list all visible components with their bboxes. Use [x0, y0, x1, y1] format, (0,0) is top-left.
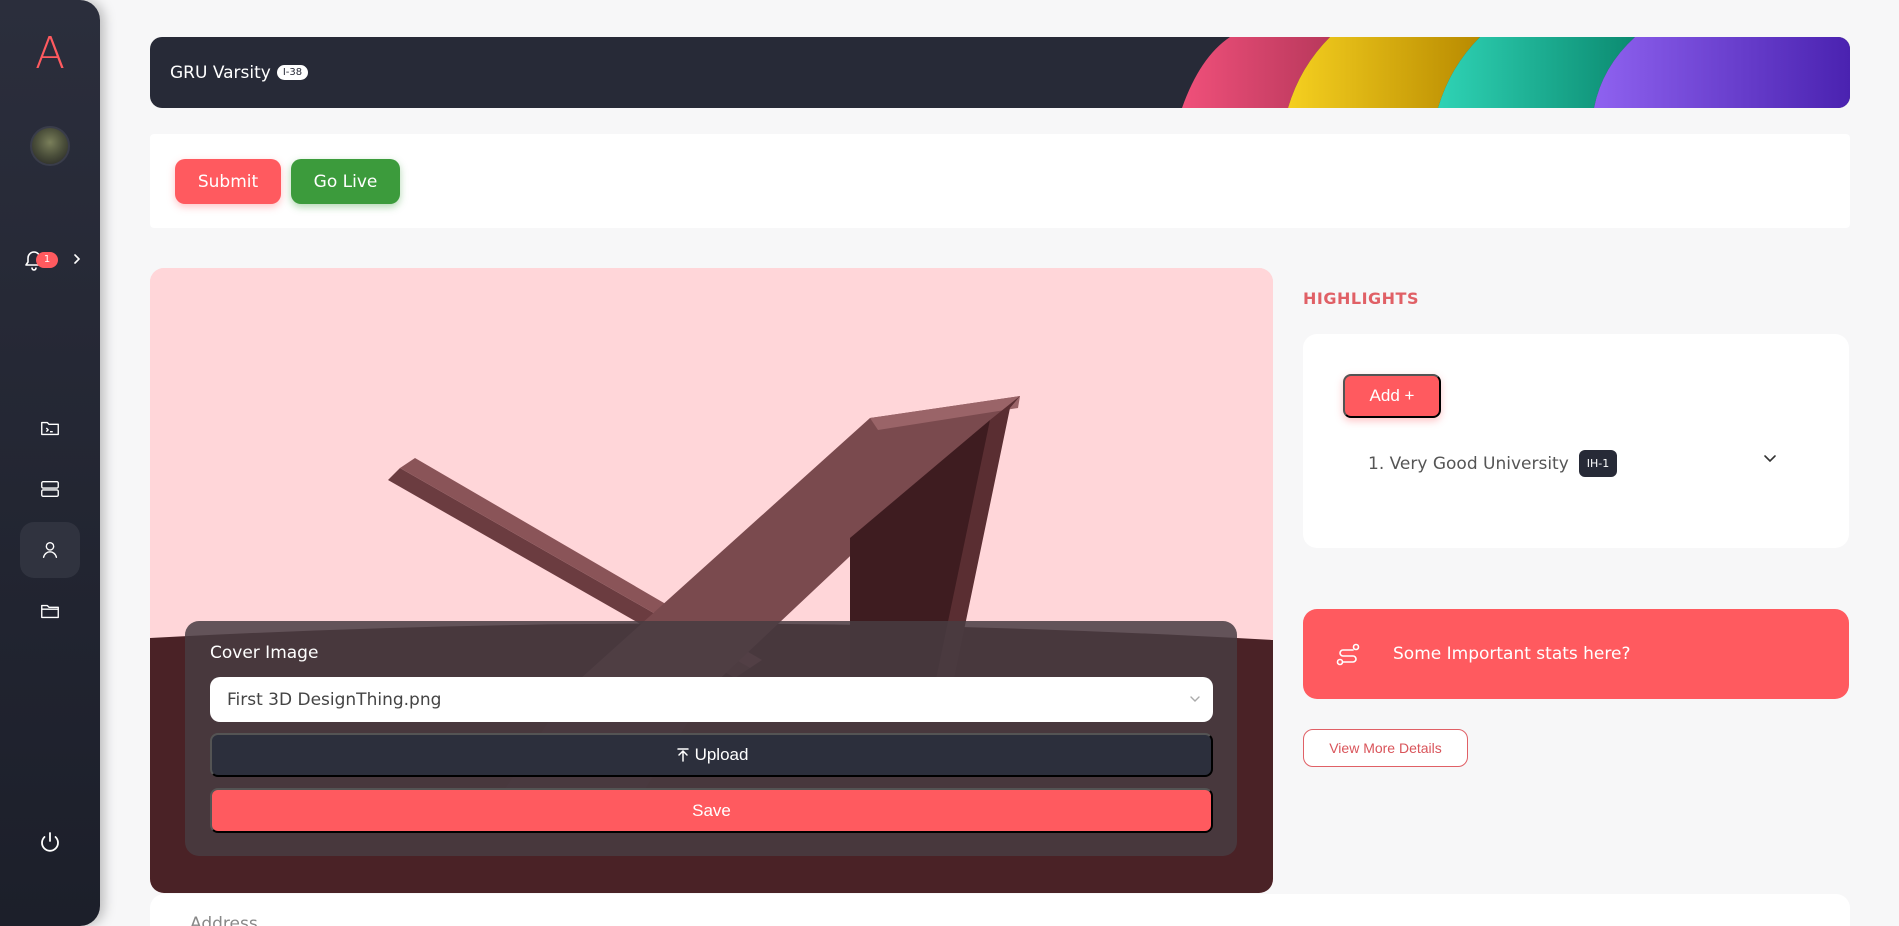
folder-icon — [41, 604, 59, 619]
stats-card[interactable]: Some Important stats here? — [1303, 609, 1849, 699]
page-title-wrap: GRU Varsity I-38 — [170, 37, 309, 108]
highlights-title: HIGHLIGHTS — [1303, 289, 1419, 308]
highlight-item[interactable]: 1. Very Good University IH-1 — [1368, 450, 1618, 477]
chevron-right-icon[interactable] — [72, 252, 82, 266]
cover-form: Cover Image First 3D DesignThing.png Upl… — [185, 621, 1237, 856]
server-icon — [41, 480, 59, 498]
view-more-details-button[interactable]: View More Details — [1303, 729, 1468, 767]
upload-button[interactable]: Upload — [210, 733, 1213, 777]
id-badge: I-38 — [276, 65, 309, 80]
folder-terminal-icon — [41, 421, 59, 436]
sidebar-item-terminal-folder[interactable] — [30, 408, 70, 448]
avatar[interactable] — [30, 126, 70, 166]
highlight-item-label: 1. Very Good University — [1368, 453, 1569, 474]
sidebar-item-profile[interactable] — [20, 522, 80, 578]
address-card: Address — [150, 894, 1850, 926]
highlights-card: Add + 1. Very Good University IH-1 — [1303, 334, 1849, 548]
add-highlight-button[interactable]: Add + — [1343, 374, 1441, 418]
chevron-down-icon — [1190, 696, 1200, 702]
chevron-down-icon[interactable] — [1763, 452, 1777, 466]
stats-text: Some Important stats here? — [1393, 644, 1631, 664]
go-live-button[interactable]: Go Live — [291, 159, 400, 204]
decorative-stripes — [1182, 37, 1850, 108]
save-button[interactable]: Save — [210, 788, 1213, 833]
user-icon — [42, 541, 58, 559]
cover-image-select[interactable]: First 3D DesignThing.png — [210, 677, 1213, 722]
cover-image-panel: Cover Image First 3D DesignThing.png Upl… — [150, 268, 1273, 893]
upload-label: Upload — [694, 745, 749, 764]
selected-file-name: First 3D DesignThing.png — [227, 689, 442, 710]
sidebar-item-files[interactable] — [30, 591, 70, 631]
address-label: Address — [190, 914, 258, 926]
route-icon — [1336, 643, 1360, 666]
actions-card: Submit Go Live — [150, 134, 1850, 228]
header-banner: GRU Varsity I-38 — [150, 37, 1850, 108]
sidebar: A 1 — [0, 0, 100, 926]
upload-icon — [676, 748, 689, 762]
highlight-item-badge: IH-1 — [1578, 450, 1618, 477]
cover-image-label: Cover Image — [210, 643, 319, 663]
power-icon[interactable] — [38, 830, 62, 854]
notification-badge: 1 — [36, 252, 58, 268]
sidebar-item-servers[interactable] — [30, 469, 70, 509]
app-logo[interactable]: A — [30, 30, 70, 78]
submit-button[interactable]: Submit — [175, 159, 281, 204]
page-title: GRU Varsity — [170, 62, 271, 83]
